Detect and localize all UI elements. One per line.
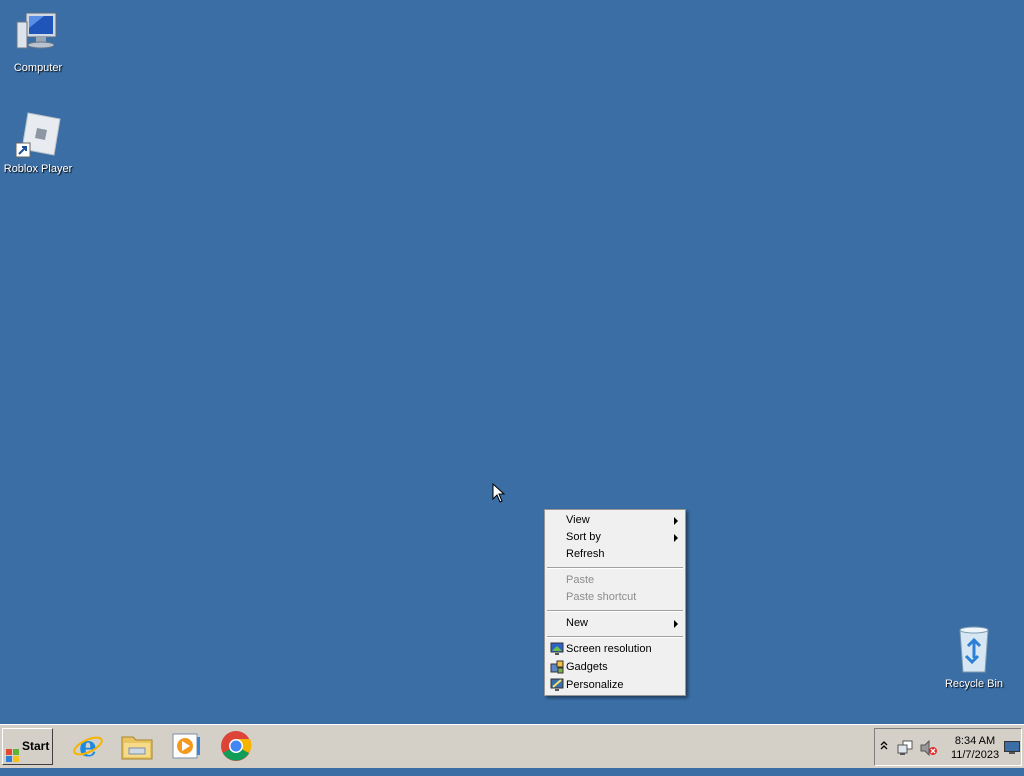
menu-item-label: Paste shortcut (566, 591, 637, 603)
desktop-icon-label: Computer (13, 62, 63, 74)
taskbar-internet-explorer[interactable]: e (71, 729, 105, 763)
menu-item-label: Screen resolution (566, 643, 652, 655)
show-desktop-icon[interactable] (1004, 741, 1020, 754)
volume-muted-icon[interactable] (920, 739, 938, 757)
chrome-icon (221, 731, 252, 761)
menu-item-label: View (566, 514, 590, 526)
menu-separator (547, 567, 683, 569)
taskbar-media-player[interactable] (169, 729, 203, 763)
roblox-icon (14, 111, 62, 159)
menu-item-view[interactable]: View (547, 512, 683, 529)
menu-item-label: Personalize (566, 679, 624, 691)
menu-separator (547, 610, 683, 612)
file-explorer-icon (121, 736, 153, 760)
menu-item-gadgets[interactable]: Gadgets (547, 659, 683, 676)
taskbar-chrome[interactable] (219, 729, 253, 763)
submenu-arrow-icon (674, 517, 678, 525)
gadgets-icon (550, 660, 564, 674)
windows-flag-icon (6, 741, 20, 762)
network-icon[interactable] (897, 740, 913, 756)
submenu-arrow-icon (674, 534, 678, 542)
menu-separator (547, 636, 683, 638)
desktop-icon-recycle-bin[interactable]: Recycle Bin (936, 626, 1012, 691)
menu-item-label: New (566, 617, 589, 629)
notification-area: 8:34 AM 11/7/2023 (874, 728, 1022, 766)
show-hidden-icons-chevron-icon[interactable] (880, 739, 888, 753)
clock-date: 11/7/2023 (950, 749, 1000, 761)
media-player-icon (172, 733, 200, 759)
menu-item-sort-by[interactable]: Sort by (547, 529, 683, 546)
desktop-context-menu: View Sort by Refresh Paste Paste shortcu… (544, 509, 686, 696)
menu-item-label: Paste (566, 574, 595, 586)
internet-explorer-icon: e (73, 730, 103, 763)
clock-time: 8:34 AM (954, 735, 996, 747)
menu-item-refresh[interactable]: Refresh (547, 546, 683, 563)
menu-item-label: Refresh (566, 548, 605, 560)
menu-item-label: Gadgets (566, 661, 608, 673)
mouse-cursor-icon (492, 483, 506, 503)
start-button[interactable]: Start (2, 728, 53, 765)
desktop-icon-roblox-player[interactable]: Roblox Player (0, 111, 76, 176)
desktop-icon-label: Roblox Player (3, 163, 73, 175)
taskbar-file-explorer[interactable] (120, 729, 154, 763)
submenu-arrow-icon (674, 620, 678, 628)
desktop-icon-computer[interactable]: Computer (0, 10, 76, 75)
menu-item-screen-resolution[interactable]: Screen resolution (547, 641, 683, 658)
screen-resolution-icon (550, 642, 564, 656)
recycle-bin-icon (950, 626, 998, 674)
start-label: Start (22, 739, 50, 753)
system-clock[interactable]: 8:34 AM 11/7/2023 (947, 734, 1003, 762)
taskbar: Start e 8:34 AM 11/7/2023 (0, 724, 1024, 768)
menu-item-paste-shortcut: Paste shortcut (547, 589, 683, 606)
svg-text:e: e (79, 730, 97, 763)
personalize-icon (550, 678, 564, 692)
menu-item-paste: Paste (547, 572, 683, 589)
menu-item-new[interactable]: New (547, 615, 683, 632)
menu-item-personalize[interactable]: Personalize (547, 677, 683, 694)
computer-icon (14, 10, 62, 58)
menu-item-label: Sort by (566, 531, 601, 543)
desktop-icon-label: Recycle Bin (944, 678, 1004, 690)
